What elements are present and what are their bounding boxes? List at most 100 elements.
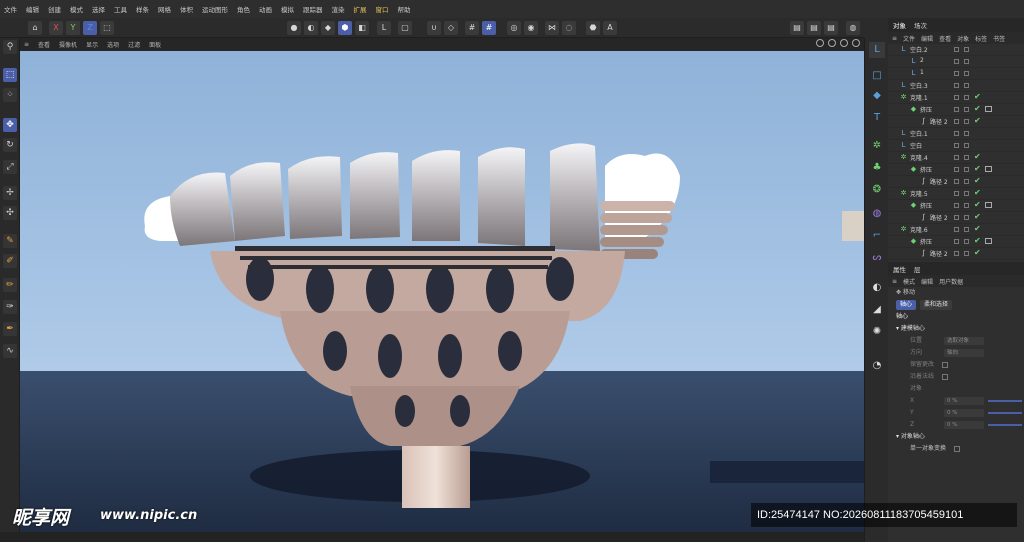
menu-item[interactable]: 体积	[180, 4, 193, 14]
editor-visibility-toggle[interactable]	[954, 191, 959, 196]
snap-settings-icon[interactable]: ◇	[444, 21, 458, 35]
render-visibility-toggle[interactable]	[964, 215, 969, 220]
menu-item[interactable]: 扩展	[354, 4, 367, 14]
editor-visibility-toggle[interactable]	[954, 155, 959, 160]
menu-item[interactable]: 动画	[259, 4, 272, 14]
enabled-check-icon[interactable]: ✔	[974, 152, 981, 161]
editor-visibility-toggle[interactable]	[954, 239, 959, 244]
subtab-axis[interactable]: 轴心	[896, 300, 917, 310]
object-row[interactable]: L 空白.2	[888, 44, 1024, 56]
polygons-mode-icon[interactable]: ◆	[321, 21, 335, 35]
menu-item[interactable]: 文件	[4, 4, 17, 14]
render-picture-viewer-icon[interactable]: ▤	[807, 21, 821, 35]
cloner-icon[interactable]: ♣	[869, 160, 885, 176]
tab-attributes[interactable]: 属性	[893, 264, 906, 274]
render-visibility-toggle[interactable]	[964, 227, 969, 232]
coordinate-system-icon[interactable]: ⬚	[100, 21, 114, 35]
editor-visibility-toggle[interactable]	[954, 119, 959, 124]
object-row[interactable]: L 空白.1	[888, 128, 1024, 140]
render-visibility-toggle[interactable]	[964, 83, 969, 88]
3d-viewport[interactable]	[20, 51, 864, 532]
editor-visibility-toggle[interactable]	[954, 107, 959, 112]
object-row[interactable]: L1	[888, 68, 1024, 80]
object-row[interactable]: ∫ 路径 2 ✔	[888, 116, 1024, 128]
om-menu-file[interactable]: 文件	[903, 34, 915, 43]
edges-mode-icon[interactable]: ◐	[304, 21, 318, 35]
enabled-check-icon[interactable]: ✔	[974, 236, 981, 245]
viewport-menu-icon[interactable]: ≡	[24, 41, 29, 48]
menu-item[interactable]: 模式	[70, 4, 83, 14]
menu-item[interactable]: 模拟	[281, 4, 294, 14]
tab-takes[interactable]: 场次	[914, 20, 927, 30]
z-slider[interactable]	[988, 424, 1022, 426]
lock-z-button[interactable]: Z	[83, 21, 97, 35]
render-settings-icon[interactable]: ▤	[824, 21, 838, 35]
undo-icon[interactable]: ⌂	[28, 21, 42, 35]
layout-icon[interactable]: ◍	[846, 21, 860, 35]
spline-icon[interactable]: □	[869, 68, 885, 84]
render-visibility-toggle[interactable]	[964, 95, 969, 100]
z-input[interactable]: 0 %	[944, 421, 984, 429]
symmetry-settings-icon[interactable]: ◌	[562, 21, 576, 35]
enabled-check-icon[interactable]: ✔	[974, 164, 981, 173]
object-row[interactable]: L 空白.3	[888, 80, 1024, 92]
render-visibility-toggle[interactable]	[964, 47, 969, 52]
object-row[interactable]: ◆ 挤压 ✔	[888, 236, 1024, 248]
search-icon[interactable]: ⚲	[3, 40, 17, 54]
live-selection-icon[interactable]: ⬚	[3, 68, 17, 82]
spline-sketch-icon[interactable]: ✐	[3, 254, 17, 268]
text-icon[interactable]: T	[869, 110, 885, 126]
group-modeling-axis[interactable]: ▾ 建模轴心	[888, 323, 1024, 335]
menu-item[interactable]: 角色	[237, 4, 250, 14]
object-row[interactable]: ✲ 克隆.4 ✔	[888, 152, 1024, 164]
points-mode-icon[interactable]: ●	[287, 21, 301, 35]
pan-icon[interactable]	[816, 39, 824, 47]
attr-menu-userdata[interactable]: 用户数据	[939, 277, 963, 286]
render-visibility-toggle[interactable]	[964, 239, 969, 244]
effector-icon[interactable]: ❂	[869, 182, 885, 198]
universal-tool-icon[interactable]: ✣	[3, 206, 17, 220]
viewport-menu-camera[interactable]: 摄像机	[59, 40, 77, 49]
axis-mode-icon[interactable]: L	[377, 21, 391, 35]
tag-icon[interactable]	[985, 106, 992, 112]
editor-visibility-toggle[interactable]	[954, 143, 959, 148]
editor-visibility-toggle[interactable]	[954, 83, 959, 88]
tag-icon[interactable]	[985, 238, 992, 244]
enabled-check-icon[interactable]: ✔	[974, 224, 981, 233]
render-visibility-toggle[interactable]	[964, 119, 969, 124]
model-mode-icon[interactable]: ⬢	[338, 21, 352, 35]
along-normal-checkbox[interactable]	[942, 374, 948, 380]
object-row[interactable]: ∫ 路径 2 ✔	[888, 176, 1024, 188]
render-visibility-toggle[interactable]	[964, 59, 969, 64]
y-slider[interactable]	[988, 412, 1022, 414]
om-menu-object[interactable]: 对象	[957, 34, 969, 43]
editor-visibility-toggle[interactable]	[954, 95, 959, 100]
viewport-menu-display[interactable]: 显示	[86, 40, 98, 49]
position-dropdown[interactable]: 选取对象	[944, 337, 984, 345]
zoom-icon[interactable]	[828, 39, 836, 47]
render-visibility-toggle[interactable]	[964, 155, 969, 160]
attr-menu-icon[interactable]: ≡	[892, 278, 897, 285]
object-row[interactable]: ✲ 克隆.5 ✔	[888, 188, 1024, 200]
viewport-solo-icon[interactable]: ⬣	[586, 21, 600, 35]
viewport-menu-options[interactable]: 选项	[107, 40, 119, 49]
move-tool-icon[interactable]: ✥	[3, 118, 17, 132]
menu-item[interactable]: 样条	[136, 4, 149, 14]
object-row[interactable]: ∫ 路径 2 ✔	[888, 248, 1024, 260]
sky-icon[interactable]: ◐	[869, 280, 885, 296]
rotate-tool-icon[interactable]: ↻	[3, 138, 17, 152]
null-object-icon[interactable]: L	[869, 42, 885, 58]
enabled-check-icon[interactable]: ✔	[974, 248, 981, 257]
menu-item[interactable]: 工具	[114, 4, 127, 14]
render-visibility-toggle[interactable]	[964, 71, 969, 76]
enabled-check-icon[interactable]: ✔	[974, 176, 981, 185]
brush-icon[interactable]: ✏	[3, 278, 17, 292]
lock-x-button[interactable]: X	[49, 21, 63, 35]
sculpt-icon[interactable]: ✒	[3, 322, 17, 336]
enabled-check-icon[interactable]: ✔	[974, 104, 981, 113]
render-view-icon[interactable]: ▤	[790, 21, 804, 35]
light-icon[interactable]: ✺	[869, 324, 885, 340]
grid-icon[interactable]: #	[465, 21, 479, 35]
viewport-hierarchy-icon[interactable]: A	[603, 21, 617, 35]
editor-visibility-toggle[interactable]	[954, 71, 959, 76]
